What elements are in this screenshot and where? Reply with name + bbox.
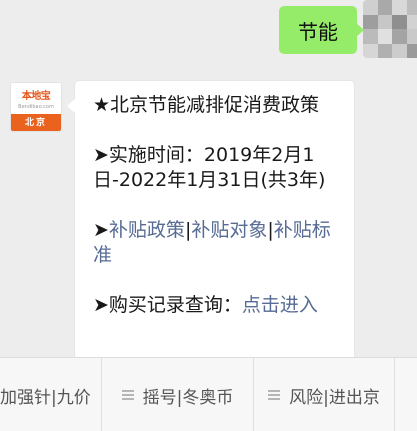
user-avatar[interactable] (363, 0, 417, 58)
menu-item-risk-travel[interactable]: 风险|进出京 (254, 358, 395, 431)
menu-lines-icon (121, 390, 134, 400)
account-logo-sub: Bendibao.com (18, 104, 54, 110)
message-title: ★北京节能减排促消费政策 (93, 94, 320, 116)
menu-item-label: 摇号|冬奥币 (142, 387, 234, 408)
link-query-enter[interactable]: 点击进入 (242, 294, 318, 316)
incoming-message-bubble: ★北京节能减排促消费政策 ➤实施时间：2019年2月1日-2022年1月31日(… (67, 80, 355, 380)
menu-item-lottery-coin[interactable]: 摇号|冬奥币 (102, 358, 254, 431)
menu-item-label: 加强针|九价 (0, 387, 91, 408)
link-subsidy-policy[interactable]: 补贴政策 (109, 219, 185, 241)
links-prefix: ➤ (93, 219, 109, 241)
account-logo: 本地宝 Bendibao.com (11, 83, 61, 114)
menu-item-label: 风险|进出京 (289, 387, 380, 408)
query-label: ➤购买记录查询： (93, 294, 242, 316)
outgoing-message-text: 节能 (298, 19, 338, 44)
bottom-menu-bar: 加强针|九价 摇号|冬奥币 风险|进出京 (0, 357, 417, 431)
menu-item-more[interactable] (395, 358, 417, 431)
menu-item-booster-hpv[interactable]: 加强针|九价 (0, 358, 102, 431)
menu-lines-icon (268, 390, 281, 400)
outgoing-message-bubble: 节能 (279, 6, 364, 54)
message-query: ➤购买记录查询：点击进入 (93, 293, 342, 318)
account-city-label: 北京 (11, 114, 61, 131)
link-subsidy-target[interactable]: 补贴对象 (191, 219, 267, 241)
account-avatar[interactable]: 本地宝 Bendibao.com 北京 (10, 82, 62, 132)
message-period: ➤实施时间：2019年2月1日-2022年1月31日(共3年) (93, 144, 326, 191)
account-logo-text: 本地宝 (21, 91, 51, 102)
message-links: ➤补贴政策|补贴对象|补贴标准 (93, 218, 342, 268)
